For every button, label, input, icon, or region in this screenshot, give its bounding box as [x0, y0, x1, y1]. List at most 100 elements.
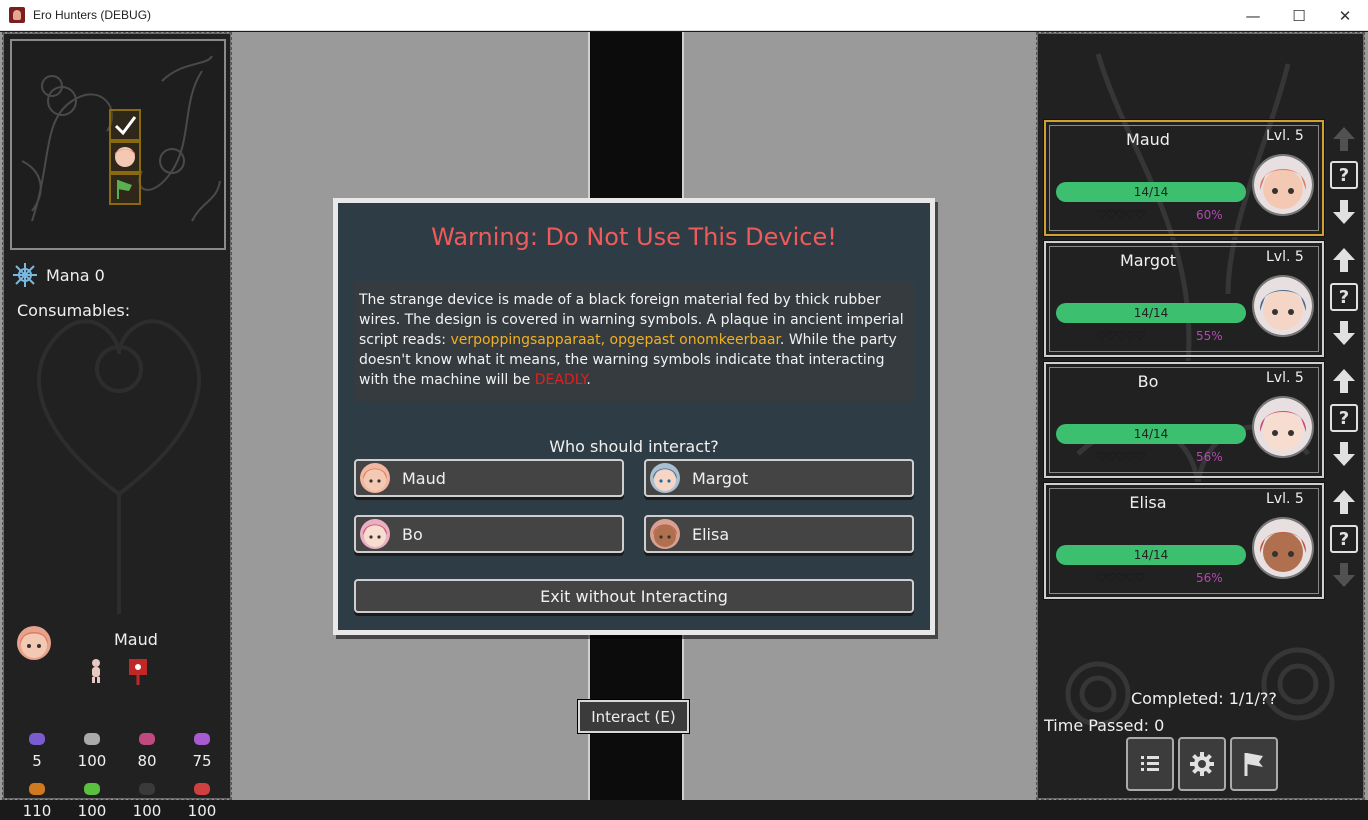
- lust-percent: 60%: [1196, 208, 1223, 222]
- member-name: Maud: [1126, 130, 1170, 149]
- hp-bar: 14/14: [1056, 303, 1246, 323]
- strength-icon: [29, 783, 45, 795]
- party-member-elisa[interactable]: Elisa Lvl. 5 14/14 ♡♡♡♡♡ 56%: [1043, 482, 1325, 600]
- member-name: Elisa: [1129, 493, 1167, 512]
- affection-hearts: ♡♡♡♡♡: [1096, 329, 1146, 343]
- lust-percent: 56%: [1196, 450, 1223, 464]
- help-button[interactable]: ?: [1330, 525, 1358, 553]
- active-character-summary: Maud 5 100 80 75 110 100 100 100: [4, 622, 230, 820]
- party-member-bo[interactable]: Bo Lvl. 5 14/14 ♡♡♡♡♡ 56%: [1043, 361, 1325, 479]
- interact-question: Who should interact?: [549, 437, 719, 456]
- member-level: Lvl. 5: [1266, 128, 1304, 144]
- window-titlebar: Ero Hunters (DEBUG) — ☐ ✕: [0, 0, 1368, 31]
- completed-counter: Completed: 1/1/??: [1131, 689, 1277, 708]
- doll-icon: [92, 659, 100, 683]
- stat-value: 5: [32, 752, 42, 770]
- member-level: Lvl. 5: [1266, 491, 1304, 507]
- hp-bar: 14/14: [1056, 545, 1246, 565]
- member-portrait[interactable]: [1252, 275, 1314, 337]
- boot-icon: [84, 783, 100, 795]
- affection-hearts: ♡♡♡♡♡: [1096, 571, 1146, 585]
- list-menu-button[interactable]: [1126, 737, 1174, 791]
- hp-bar: 14/14: [1056, 182, 1246, 202]
- exit-without-interacting-button[interactable]: Exit without Interacting: [354, 579, 914, 613]
- mana-label: Mana 0: [46, 265, 105, 285]
- elisa-avatar: [650, 519, 680, 549]
- member-portrait[interactable]: [1252, 517, 1314, 579]
- retreat-flag-button[interactable]: [1230, 737, 1278, 791]
- move-up-arrow-icon: [1333, 127, 1355, 151]
- maximize-button[interactable]: ☐: [1276, 0, 1322, 31]
- mana-star-icon: [13, 263, 37, 287]
- choice-maud-button[interactable]: Maud: [354, 459, 624, 497]
- member-portrait[interactable]: [1252, 154, 1314, 216]
- hp-value: 14/14: [1133, 427, 1169, 441]
- margot-avatar: [650, 463, 680, 493]
- pot-icon: [139, 733, 155, 745]
- left-panel: Mana 0 Consumables: Maud 5 100 80 75 110 100 1…: [2, 32, 232, 820]
- plaque-inscription: verpoppingsapparaat, opgepast onomkeerba…: [450, 332, 780, 348]
- member-name: Margot: [1119, 251, 1177, 270]
- affection-hearts: ♡♡♡♡♡: [1096, 450, 1146, 464]
- hp-value: 14/14: [1133, 548, 1169, 562]
- flag-icon: [1244, 753, 1263, 776]
- party-marker-icon: [115, 147, 135, 167]
- affection-hearts: ♡♡♡♡♡: [1096, 208, 1146, 222]
- move-up-arrow-icon[interactable]: [1331, 488, 1357, 516]
- hp-value: 14/14: [1133, 185, 1169, 199]
- bo-avatar: [360, 519, 390, 549]
- check-icon: [114, 116, 137, 136]
- stat-value: 100: [132, 802, 162, 820]
- stat-mask: 100: [122, 778, 172, 820]
- move-down-arrow-icon[interactable]: [1331, 319, 1357, 347]
- interact-button[interactable]: Interact (E): [577, 699, 690, 734]
- map-cell-flag[interactable]: [109, 173, 141, 205]
- game-view: Mana 0 Consumables: Maud 5 100 80 75 110 100 1…: [0, 32, 1368, 820]
- move-down-arrow-icon: [1333, 563, 1355, 587]
- dialog-description: The strange device is made of a black fo…: [354, 281, 914, 401]
- stat-level-bars: 5: [12, 728, 62, 770]
- party-member-maud[interactable]: Maud Lvl. 5 14/14 ♡♡♡♡♡ 60%: [1043, 119, 1325, 237]
- move-up-arrow-icon[interactable]: [1331, 367, 1357, 395]
- character-name: Maud: [114, 630, 158, 649]
- choice-label: Maud: [402, 468, 446, 488]
- choice-margot-button[interactable]: Margot: [644, 459, 914, 497]
- map-cell-checked[interactable]: [109, 109, 141, 141]
- chain-icon: [84, 733, 100, 745]
- choice-label: Margot: [692, 468, 749, 488]
- stat-chain: 100: [67, 728, 117, 770]
- cloud-icon: [194, 733, 210, 745]
- help-button[interactable]: ?: [1330, 283, 1358, 311]
- stat-pot: 80: [122, 728, 172, 770]
- choice-elisa-button[interactable]: Elisa: [644, 515, 914, 553]
- stat-value: 110: [22, 802, 52, 820]
- member-name: Bo: [1137, 372, 1159, 391]
- list-icon: [1141, 756, 1159, 771]
- mana-display: Mana 0: [12, 262, 105, 288]
- mask-icon: [139, 783, 155, 795]
- stat-strength: 110: [12, 778, 62, 820]
- move-up-arrow-icon[interactable]: [1331, 246, 1357, 274]
- lust-percent: 55%: [1196, 329, 1223, 343]
- flag-icon: [117, 180, 132, 199]
- help-button[interactable]: ?: [1330, 161, 1358, 189]
- move-down-arrow-icon[interactable]: [1331, 198, 1357, 226]
- stat-cloud: 75: [177, 728, 227, 770]
- choice-label: Elisa: [692, 524, 730, 544]
- minimap[interactable]: [10, 39, 226, 250]
- party-member-margot[interactable]: Margot Lvl. 5 14/14 ♡♡♡♡♡ 55%: [1043, 240, 1325, 358]
- close-button[interactable]: ✕: [1322, 0, 1368, 31]
- member-level: Lvl. 5: [1266, 249, 1304, 265]
- minimize-button[interactable]: —: [1230, 0, 1276, 31]
- stat-value: 100: [187, 802, 217, 820]
- time-passed: Time Passed: 0: [1044, 716, 1165, 735]
- help-button[interactable]: ?: [1330, 404, 1358, 432]
- settings-button[interactable]: [1178, 737, 1226, 791]
- map-cell-party[interactable]: [109, 141, 141, 173]
- member-portrait[interactable]: [1252, 396, 1314, 458]
- move-down-arrow-icon[interactable]: [1331, 440, 1357, 468]
- choice-bo-button[interactable]: Bo: [354, 515, 624, 553]
- lust-percent: 56%: [1196, 571, 1223, 585]
- character-portrait[interactable]: [17, 626, 51, 660]
- description-end: .: [586, 372, 591, 388]
